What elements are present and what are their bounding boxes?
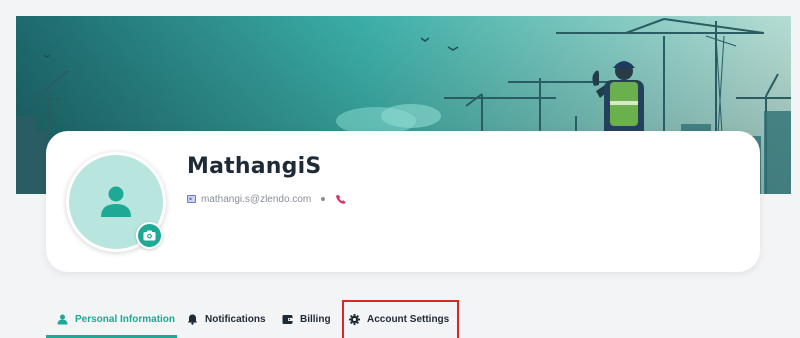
id-card-icon — [187, 195, 196, 203]
user-icon — [57, 314, 68, 324]
profile-page: MathangiS mathangi.s@zlendo.com Personal… — [0, 0, 800, 338]
change-photo-button[interactable] — [136, 222, 163, 249]
wallet-icon — [282, 314, 293, 324]
email-text: mathangi.s@zlendo.com — [201, 193, 312, 205]
separator-dot — [321, 197, 326, 201]
user-silhouette-icon — [101, 186, 131, 217]
contact-info: mathangi.s@zlendo.com — [187, 192, 347, 206]
profile-card: MathangiS mathangi.s@zlendo.com — [46, 131, 760, 272]
tab-label: Notifications — [205, 313, 266, 325]
tab-label: Personal Information — [75, 313, 176, 325]
bell-icon — [187, 314, 198, 325]
tab-billing[interactable]: Billing — [282, 300, 331, 338]
tab-notifications[interactable]: Notifications — [187, 300, 266, 338]
tab-label: Billing — [300, 313, 331, 325]
highlight-annotation-box — [342, 300, 459, 338]
camera-icon — [143, 230, 156, 241]
tab-personal-information[interactable]: Personal Information — [57, 300, 175, 338]
profile-name: MathangiS — [187, 154, 322, 179]
phone-icon[interactable] — [336, 194, 347, 205]
